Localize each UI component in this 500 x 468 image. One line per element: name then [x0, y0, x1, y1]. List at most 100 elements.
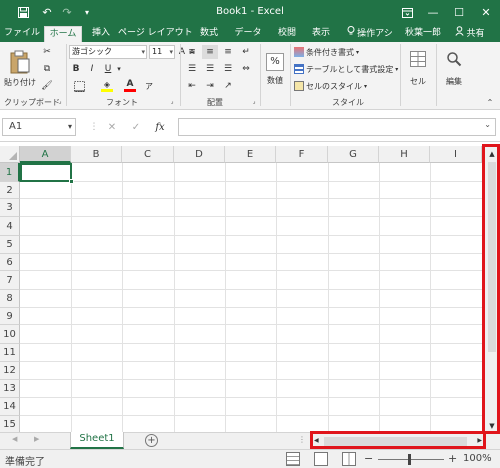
- row-header[interactable]: 7: [0, 271, 20, 290]
- cancel-icon[interactable]: ✕: [104, 118, 120, 136]
- row-header[interactable]: 4: [0, 217, 20, 236]
- select-all-corner[interactable]: [0, 146, 20, 163]
- scroll-up-icon[interactable]: ▲: [484, 149, 500, 159]
- insert-function-icon[interactable]: fx: [152, 118, 168, 136]
- cut-icon[interactable]: ✂: [40, 45, 54, 59]
- scroll-left-icon[interactable]: ◀: [314, 437, 319, 444]
- merge-cells-icon[interactable]: ⇔: [238, 62, 254, 76]
- column-header[interactable]: F: [276, 146, 328, 163]
- cells-button[interactable]: セル: [404, 45, 432, 93]
- paste-button[interactable]: 貼り付け: [3, 45, 37, 93]
- column-header[interactable]: I: [430, 146, 482, 163]
- tab-data[interactable]: データ: [230, 26, 266, 42]
- sheet-tab-sheet1[interactable]: Sheet1: [70, 432, 124, 449]
- underline-button[interactable]: U: [101, 62, 115, 76]
- row-header[interactable]: 2: [0, 182, 20, 199]
- tab-page-layout[interactable]: ページ レイアウト: [118, 26, 193, 42]
- row-header[interactable]: 8: [0, 290, 20, 308]
- row-header[interactable]: 9: [0, 308, 20, 325]
- row-header[interactable]: 3: [0, 199, 20, 217]
- row-header[interactable]: 14: [0, 398, 20, 416]
- font-launcher-icon[interactable]: ⌟: [168, 97, 176, 105]
- column-header[interactable]: G: [328, 146, 379, 163]
- zoom-in-button[interactable]: +: [448, 452, 457, 465]
- zoom-slider-thumb[interactable]: [408, 454, 411, 465]
- scroll-right-icon[interactable]: ▶: [477, 437, 482, 444]
- italic-button[interactable]: I: [85, 62, 99, 76]
- row-header[interactable]: 12: [0, 362, 20, 380]
- tell-me-box[interactable]: 操作アシ: [338, 26, 402, 42]
- page-layout-view-icon[interactable]: [314, 452, 328, 466]
- collapse-ribbon-icon[interactable]: ⌃: [484, 97, 496, 107]
- share-button[interactable]: 共有: [448, 26, 492, 42]
- align-left-icon[interactable]: ☰: [184, 62, 200, 76]
- increase-indent-icon[interactable]: ⇥: [202, 79, 218, 93]
- tab-view[interactable]: 表示: [306, 26, 336, 42]
- scroll-down-icon[interactable]: ▼: [484, 421, 500, 431]
- row-header[interactable]: 1: [0, 163, 20, 182]
- restore-button[interactable]: ☐: [446, 0, 472, 25]
- format-painter-icon[interactable]: 🖌: [40, 79, 54, 93]
- tab-home[interactable]: ホーム: [44, 26, 82, 42]
- alignment-launcher-icon[interactable]: ⌟: [250, 97, 258, 105]
- tab-split-handle-icon[interactable]: ⋮: [298, 435, 306, 444]
- row-header[interactable]: 10: [0, 325, 20, 344]
- align-right-icon[interactable]: ☰: [220, 62, 236, 76]
- underline-dropdown-icon[interactable]: ▾: [115, 62, 123, 76]
- user-name[interactable]: 秋葉一郎: [404, 26, 442, 42]
- align-middle-icon[interactable]: ≡: [202, 45, 218, 59]
- tab-formulas[interactable]: 数式: [194, 26, 224, 42]
- row-header[interactable]: 6: [0, 254, 20, 271]
- zoom-level[interactable]: 100%: [463, 453, 492, 464]
- column-header[interactable]: H: [379, 146, 430, 163]
- clipboard-launcher-icon[interactable]: ⌟: [56, 97, 64, 105]
- zoom-slider[interactable]: [378, 454, 444, 465]
- minimize-button[interactable]: —: [420, 0, 446, 25]
- tab-insert[interactable]: 挿入: [86, 26, 116, 42]
- column-header[interactable]: B: [71, 146, 122, 163]
- bold-button[interactable]: B: [69, 62, 83, 76]
- font-color-icon[interactable]: A: [123, 79, 137, 93]
- add-sheet-button[interactable]: +: [145, 434, 158, 447]
- conditional-formatting-button[interactable]: 条件付き書式 ▾: [294, 45, 359, 59]
- align-top-icon[interactable]: ≡: [184, 45, 200, 59]
- format-as-table-button[interactable]: テーブルとして書式設定 ▾: [294, 62, 398, 76]
- tab-file[interactable]: ファイル: [4, 26, 40, 42]
- ribbon-display-icon[interactable]: [394, 0, 420, 25]
- tab-review[interactable]: 校閲: [272, 26, 302, 42]
- horizontal-scroll-thumb[interactable]: [324, 437, 467, 446]
- fill-handle[interactable]: [69, 179, 74, 184]
- copy-icon[interactable]: ⧉: [40, 62, 54, 76]
- fill-color-icon[interactable]: ◈: [97, 79, 117, 93]
- chevron-down-icon[interactable]: ▾: [68, 119, 72, 135]
- selected-cell-a1[interactable]: [20, 163, 74, 184]
- horizontal-scrollbar[interactable]: ◀ ▶: [312, 435, 484, 448]
- align-bottom-icon[interactable]: ≡: [220, 45, 236, 59]
- page-break-view-icon[interactable]: [342, 452, 356, 466]
- expand-formula-icon[interactable]: ⌄: [484, 120, 491, 129]
- close-button[interactable]: ✕: [473, 0, 499, 25]
- number-format-button[interactable]: % 数値: [263, 45, 287, 93]
- row-header[interactable]: 11: [0, 344, 20, 362]
- column-header[interactable]: A: [20, 146, 71, 163]
- orientation-icon[interactable]: ↗: [220, 79, 236, 93]
- column-header[interactable]: E: [225, 146, 276, 163]
- vertical-scroll-thumb[interactable]: [488, 162, 496, 352]
- enter-icon[interactable]: ✓: [128, 118, 144, 136]
- decrease-indent-icon[interactable]: ⇤: [184, 79, 200, 93]
- normal-view-icon[interactable]: [286, 452, 300, 466]
- sheet-prev-icon[interactable]: ◀: [12, 435, 17, 443]
- borders-icon[interactable]: [69, 79, 89, 93]
- cell-styles-button[interactable]: セルのスタイル ▾: [294, 79, 367, 93]
- sheet-next-icon[interactable]: ▶: [34, 435, 39, 443]
- phonetic-icon[interactable]: ア: [141, 79, 157, 93]
- align-center-icon[interactable]: ☰: [202, 62, 218, 76]
- font-size-combo[interactable]: 11 ▾: [149, 45, 175, 59]
- column-header[interactable]: D: [174, 146, 225, 163]
- formula-input[interactable]: ⌄: [178, 118, 496, 136]
- row-header[interactable]: 13: [0, 380, 20, 398]
- formula-options-icon[interactable]: ⋮: [86, 118, 102, 136]
- row-header[interactable]: 5: [0, 236, 20, 254]
- name-box[interactable]: A1 ▾: [2, 118, 76, 136]
- wrap-text-icon[interactable]: ↵: [238, 45, 254, 59]
